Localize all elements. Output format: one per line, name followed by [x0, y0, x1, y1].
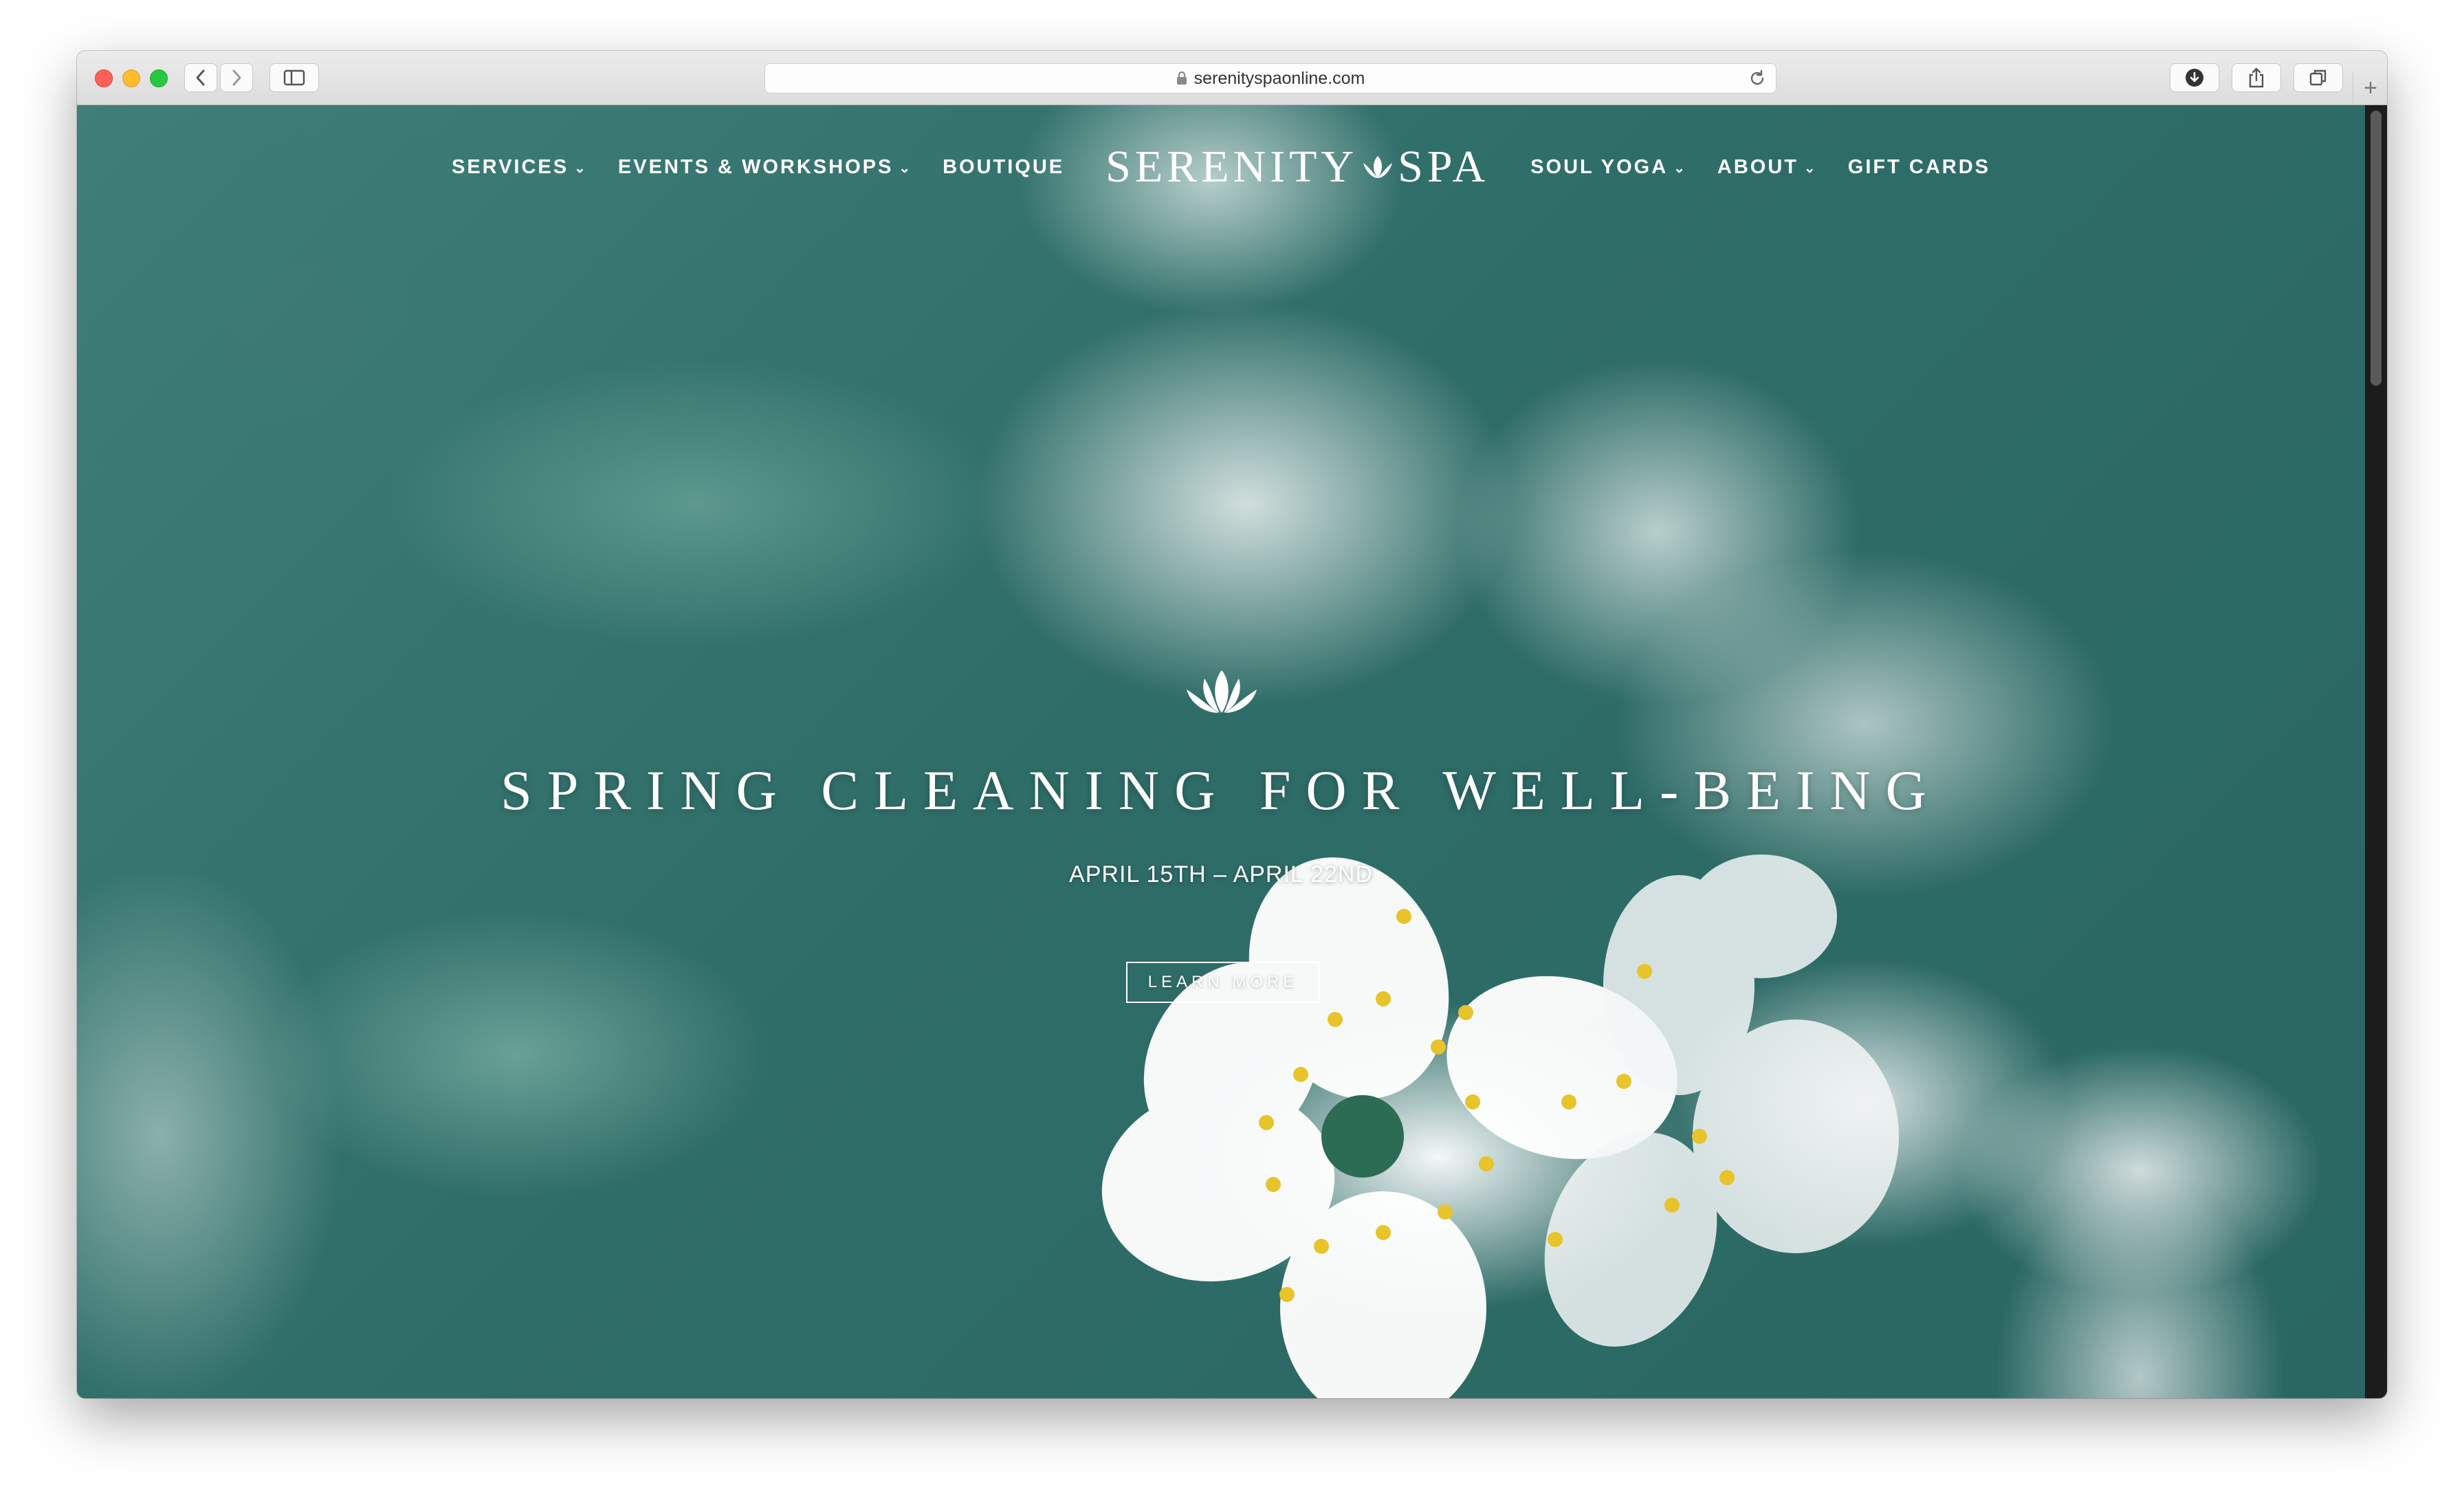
sidebar-toggle-button[interactable]	[270, 63, 319, 92]
nav-label: ABOUT	[1717, 155, 1799, 178]
close-window-button[interactable]	[95, 69, 113, 87]
nav-soul-yoga[interactable]: SOUL YOGA ⌄	[1530, 156, 1687, 179]
nav-about[interactable]: ABOUT ⌄	[1717, 156, 1818, 179]
downloads-button[interactable]	[2170, 63, 2219, 92]
main-navigation: SERVICES ⌄ EVENTS & WORKSHOPS ⌄ BOUTIQUE…	[77, 142, 2365, 192]
reload-icon[interactable]	[1748, 69, 1766, 92]
tabs-icon	[2309, 69, 2326, 86]
nav-events-workshops[interactable]: EVENTS & WORKSHOPS ⌄	[618, 156, 912, 179]
lock-icon	[1176, 71, 1187, 85]
scrollbar-thumb[interactable]	[2370, 111, 2382, 386]
hero-dates: APRIL 15TH – APRIL 22ND	[1069, 861, 1373, 887]
browser-toolbar: serenityspaonline.com +	[77, 51, 2387, 105]
chevron-down-icon: ⌄	[899, 160, 913, 176]
nav-label: BOUTIQUE	[943, 155, 1065, 178]
serenity-spa-logo[interactable]: SERENITY SPA	[1106, 141, 1489, 193]
scrollbar[interactable]	[2365, 105, 2387, 1398]
blossom-background-image	[1101, 854, 1899, 1398]
chevron-down-icon: ⌄	[574, 160, 588, 176]
learn-more-button[interactable]: LEARN MORE	[1126, 962, 1320, 1003]
logo-text-right: SPA	[1398, 142, 1490, 192]
chevron-down-icon: ⌄	[1804, 160, 1818, 176]
nav-label: EVENTS & WORKSHOPS	[617, 155, 894, 178]
logo-text-left: SERENITY	[1106, 142, 1358, 192]
new-tab-button[interactable]: +	[2353, 71, 2387, 104]
hero-section: SERVICES ⌄ EVENTS & WORKSHOPS ⌄ BOUTIQUE…	[77, 105, 2365, 1398]
zoom-window-button[interactable]	[150, 69, 168, 87]
hero-title: SPRING CLEANING FOR WELL-BEING	[500, 759, 1942, 821]
chevron-left-icon	[196, 69, 205, 86]
url-text: serenityspaonline.com	[1194, 68, 1365, 88]
nav-gift-cards[interactable]: GIFT CARDS	[1848, 156, 1990, 179]
lotus-icon	[1187, 670, 1257, 713]
nav-label: SERVICES	[451, 155, 569, 178]
lotus-icon	[1363, 156, 1393, 178]
share-button[interactable]	[2232, 63, 2281, 92]
nav-label: SOUL YOGA	[1530, 155, 1669, 178]
browser-window: serenityspaonline.com + SERVICES ⌄ EVENT…	[77, 51, 2387, 1398]
chevron-right-icon	[232, 69, 241, 86]
share-icon	[2249, 67, 2264, 88]
sidebar-icon	[283, 69, 305, 86]
download-icon	[2186, 69, 2203, 87]
nav-services[interactable]: SERVICES ⌄	[452, 156, 588, 179]
forward-button[interactable]	[220, 63, 253, 92]
nav-boutique[interactable]: BOUTIQUE	[943, 156, 1064, 179]
tabs-overview-button[interactable]	[2294, 63, 2343, 92]
back-button[interactable]	[184, 63, 217, 92]
address-bar[interactable]: serenityspaonline.com	[764, 63, 1776, 93]
chevron-down-icon: ⌄	[1673, 160, 1687, 176]
nav-label: GIFT CARDS	[1847, 155, 1990, 178]
minimize-window-button[interactable]	[122, 69, 140, 87]
